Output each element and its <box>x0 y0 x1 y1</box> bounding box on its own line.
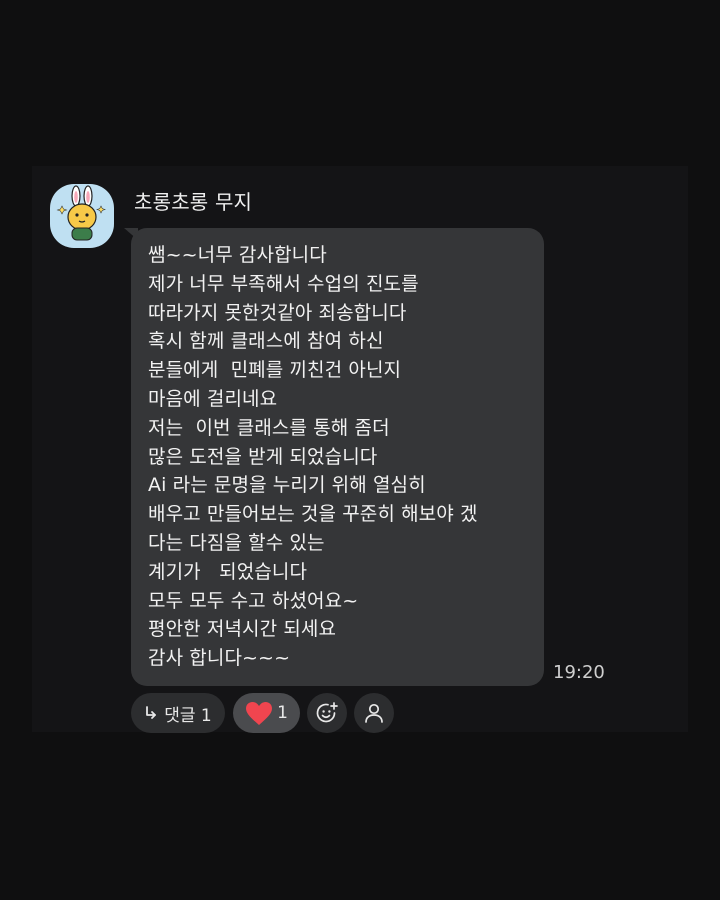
reply-button[interactable]: 댓글 1 <box>131 693 225 733</box>
message-line: 배우고 만들어보는 것을 꾸준히 해보야 겠 <box>148 503 478 526</box>
message-timestamp: 19:20 <box>553 662 605 683</box>
message-line: 다는 다짐을 할수 있는 <box>148 531 325 554</box>
message-line: 계기가 되었습니다 <box>148 560 308 583</box>
like-count: 1 <box>277 703 288 723</box>
reply-arrow-icon <box>144 706 158 720</box>
like-reaction-button[interactable]: 1 <box>233 693 300 733</box>
message-line: 많은 도전을 받게 되었습니다 <box>148 445 378 468</box>
message-bubble[interactable]: 쌤~~너무 감사합니다 제가 너무 부족해서 수업의 진도를 따라가지 못한것같… <box>131 228 544 686</box>
message-line: 쌤~~너무 감사합니다 <box>148 244 327 266</box>
sender-avatar[interactable] <box>50 184 114 248</box>
profile-button[interactable] <box>354 693 394 733</box>
message-line: 분들에게 민폐를 끼친건 아닌지 <box>148 359 402 382</box>
reply-count-label: 댓글 1 <box>164 705 212 726</box>
sender-name: 초롱초롱 무지 <box>134 190 253 214</box>
message-line: 마음에 걸리네요 <box>148 387 278 410</box>
message-line: 감사 합니다~~~ <box>148 647 291 670</box>
message-line: 모두 모두 수고 하셨어요~ <box>148 589 359 612</box>
message-line: 저는 이번 클래스를 통해 좀더 <box>148 416 390 439</box>
muzi-character-icon <box>56 185 106 241</box>
message-line: 따라가지 못한것같아 죄송합니다 <box>148 301 407 324</box>
add-reaction-button[interactable] <box>307 693 347 733</box>
person-icon <box>363 702 385 724</box>
add-emoji-icon <box>315 701 339 725</box>
message-line: 평안한 저녁시간 되세요 <box>148 618 337 641</box>
heart-icon <box>245 701 273 726</box>
message-line: Ai 라는 문명을 누리기 위해 열심히 <box>148 474 426 497</box>
message-line: 제가 너무 부족해서 수업의 진도를 <box>148 272 419 295</box>
message-line: 혹시 함께 클래스에 참여 하신 <box>148 330 384 353</box>
